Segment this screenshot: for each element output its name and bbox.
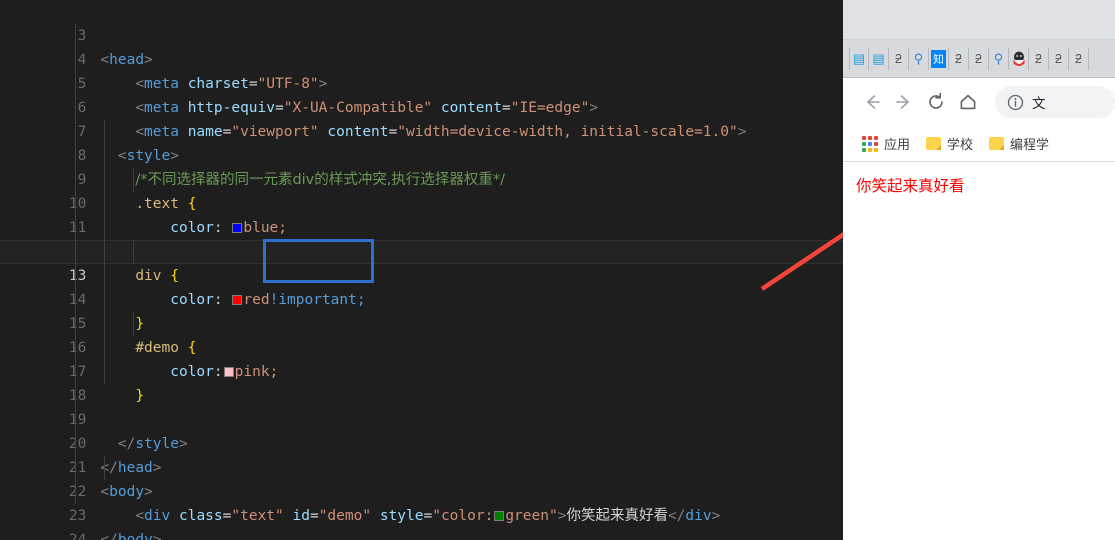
code-line[interactable]: 8 <style> xyxy=(0,120,843,164)
indent-guide xyxy=(133,240,134,264)
arrow-left-icon xyxy=(867,95,880,109)
bookmark-school[interactable]: 学校 xyxy=(921,131,978,156)
address-bar-url[interactable]: 文 xyxy=(1032,92,1046,112)
zhihu-icon[interactable]: 知 xyxy=(929,47,949,70)
folder-icon xyxy=(989,137,1005,150)
forward-button[interactable] xyxy=(889,87,919,117)
code-line[interactable]: 14 color: red!important; xyxy=(0,264,843,308)
code-line[interactable]: 24 </body> xyxy=(0,504,843,540)
search-2-icon[interactable]: ⚲ xyxy=(989,47,1009,70)
code-line[interactable]: 18 } xyxy=(0,360,843,404)
code-line[interactable]: 12 } xyxy=(0,216,843,260)
back-button[interactable] xyxy=(857,87,887,117)
reload-button[interactable] xyxy=(921,87,951,117)
indent-guide xyxy=(133,168,134,192)
code-line[interactable]: 3 xyxy=(0,0,843,44)
code-line[interactable]: 22 <body> xyxy=(0,456,843,500)
arrow-right-icon xyxy=(896,95,909,109)
code-line[interactable]: 15 } xyxy=(0,288,843,332)
swirl-gray-3-icon[interactable]: ƻ xyxy=(969,47,989,70)
chrome-browser-window[interactable]: ▤ ▤ ƻ ⚲ 知 ƻ ƻ ⚲ ƻ ƻ ƻ 文 应用 学校 编程学 你笑起来真好… xyxy=(843,0,1115,540)
qq-penguin-icon[interactable] xyxy=(1009,47,1029,70)
code-line[interactable]: 19 xyxy=(0,384,843,428)
bookmark-school-label: 学校 xyxy=(947,138,974,153)
bookmark-apps-label: 应用 xyxy=(884,138,911,153)
indent-guide xyxy=(104,120,105,384)
swirl-gray-2-icon[interactable]: ƻ xyxy=(949,47,969,70)
extension-toolbar[interactable]: ▤ ▤ ƻ ⚲ 知 ƻ ƻ ⚲ ƻ ƻ ƻ xyxy=(843,40,1115,78)
penguin-glyph xyxy=(1013,51,1024,66)
indent-guide xyxy=(75,24,76,504)
code-line[interactable]: 21 </head> xyxy=(0,432,843,476)
code-line[interactable]: 17 color: pink; xyxy=(0,336,843,380)
swirl-gray-4-icon[interactable]: ƻ xyxy=(1029,47,1049,70)
code-line[interactable]: 5 <meta charset="UTF-8"> xyxy=(0,48,843,92)
indent-guide xyxy=(104,456,105,480)
indent-guide xyxy=(133,312,134,336)
home-button[interactable] xyxy=(953,87,983,117)
code-line[interactable]: 23 <div class="text" id="demo" style="co… xyxy=(0,480,843,524)
bookmark-blue-icon[interactable]: ▤ xyxy=(849,47,869,70)
search-icon[interactable]: ⚲ xyxy=(909,47,929,70)
bookmarks-bar[interactable]: 应用 学校 编程学 xyxy=(843,126,1115,162)
bookmark-apps[interactable]: 应用 xyxy=(857,131,915,156)
reload-icon xyxy=(929,92,943,109)
apps-grid-icon xyxy=(862,135,878,152)
browser-tabstrip[interactable] xyxy=(843,0,1115,40)
address-bar[interactable]: 文 xyxy=(995,86,1115,118)
code-line[interactable]: 11 color: blue; xyxy=(0,192,843,236)
code-line[interactable]: 25 xyxy=(0,528,843,540)
code-line[interactable]: 9 /*不同选择器的同一元素div的样式冲突,执行选择器权重*/ xyxy=(0,144,843,188)
code-line-active[interactable]: 13 div { xyxy=(0,240,843,284)
code-line[interactable]: 20 </style> xyxy=(0,408,843,452)
info-icon[interactable] xyxy=(1007,94,1024,111)
code-line[interactable]: 6 <meta http-equiv="X-UA-Compatible" con… xyxy=(0,72,843,116)
bookmark-programming[interactable]: 编程学 xyxy=(984,131,1054,156)
rendered-div-text: 你笑起来真好看 xyxy=(856,177,965,195)
code-line[interactable]: 10 .text { xyxy=(0,168,843,212)
swirl-gray-6-icon[interactable]: ƻ xyxy=(1069,47,1089,70)
folder-icon xyxy=(926,137,942,150)
home-icon xyxy=(960,94,976,110)
code-line[interactable]: 16 #demo { xyxy=(0,312,843,356)
swirl-gray-icon[interactable]: ƻ xyxy=(889,47,909,70)
bookmark-programming-label: 编程学 xyxy=(1010,138,1050,153)
page-viewport[interactable]: 你笑起来真好看 xyxy=(843,162,1115,540)
navigation-toolbar[interactable]: 文 xyxy=(843,78,1115,126)
code-line[interactable]: 4 <head> xyxy=(0,24,843,68)
code-line[interactable]: 7 <meta name="viewport" content="width=d… xyxy=(0,96,843,140)
screenshot-root: 3 4 <head> 5 <meta charset="UTF-8"> 6 <me… xyxy=(0,0,1115,540)
code-editor[interactable]: 3 4 <head> 5 <meta charset="UTF-8"> 6 <me… xyxy=(0,0,843,540)
swirl-gray-5-icon[interactable]: ƻ xyxy=(1049,47,1069,70)
bookmark-blue-2-icon[interactable]: ▤ xyxy=(869,47,889,70)
